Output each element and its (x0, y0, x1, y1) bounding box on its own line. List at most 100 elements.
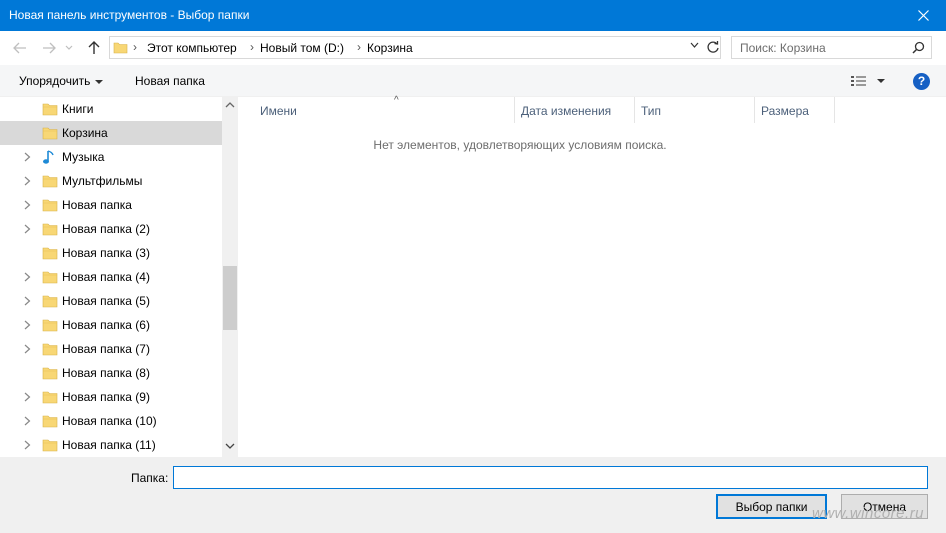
column-name-label: Имени (260, 104, 297, 118)
nav-item[interactable]: Новая папка (4) (0, 265, 222, 289)
scroll-up-icon (225, 102, 235, 108)
view-options-icon[interactable] (850, 74, 890, 88)
chevron-right-icon[interactable] (24, 296, 31, 306)
nav-item[interactable]: Новая папка (6) (0, 313, 222, 337)
refresh-icon (707, 41, 719, 53)
folder-label: Папка: (131, 471, 169, 485)
folder-icon (42, 367, 58, 380)
nav-item-label: Книги (62, 102, 94, 116)
empty-message: Нет элементов, удовлетворяющих условиям … (373, 138, 667, 152)
nav-scrollbar[interactable] (222, 97, 238, 457)
folder-icon (42, 343, 58, 356)
search-box[interactable]: Поиск: Корзина (731, 36, 932, 59)
title-bar: Новая панель инструментов - Выбор папки (0, 0, 946, 31)
nav-item[interactable]: Корзина (0, 121, 222, 145)
nav-item[interactable]: Новая папка (10) (0, 409, 222, 433)
breadcrumb-separator: › (357, 40, 361, 54)
forward-button[interactable] (40, 39, 58, 57)
nav-item-label: Новая папка (5) (62, 294, 150, 308)
nav-item-label: Мультфильмы (62, 174, 143, 188)
breadcrumb-recycle[interactable]: Корзина (367, 41, 413, 55)
organize-label: Упорядочить (19, 74, 91, 88)
recent-locations-button[interactable] (63, 39, 75, 57)
chevron-right-icon[interactable] (24, 272, 31, 282)
close-button[interactable] (900, 0, 946, 31)
breadcrumb-drive-d[interactable]: Новый том (D:) (260, 41, 344, 55)
nav-item[interactable]: Новая папка (7) (0, 337, 222, 361)
folder-icon (42, 199, 58, 212)
folder-icon (42, 223, 58, 236)
nav-item-label: Новая папка (7) (62, 342, 150, 356)
chevron-down-icon (65, 45, 73, 50)
chevron-right-icon[interactable] (24, 224, 31, 234)
chevron-right-icon[interactable] (24, 344, 31, 354)
nav-item[interactable]: Новая папка (9) (0, 385, 222, 409)
folder-icon (42, 247, 58, 260)
column-name[interactable]: Имени ^ (254, 95, 515, 123)
chevron-right-icon[interactable] (24, 176, 31, 186)
column-date-label: Дата изменения (521, 104, 612, 118)
chevron-right-icon[interactable] (24, 440, 31, 450)
nav-item-label: Музыка (62, 150, 105, 164)
folder-icon (42, 127, 58, 140)
file-list: Имени ^ Дата изменения Тип Размера Нет э… (240, 95, 946, 457)
folder-icon (42, 103, 58, 116)
sort-arrow-icon: ^ (394, 95, 399, 106)
select-folder-button[interactable]: Выбор папки (716, 494, 827, 519)
up-button[interactable] (85, 39, 103, 57)
column-type-label: Тип (641, 104, 662, 118)
nav-item-label: Новая папка (3) (62, 246, 150, 260)
folder-icon (42, 319, 58, 332)
nav-item[interactable]: Новая папка (0, 193, 222, 217)
address-row: › Этот компьютер › Новый том (D:) › Корз… (0, 31, 946, 65)
nav-item-label: Новая папка (62, 198, 132, 212)
nav-item-label: Новая папка (9) (62, 390, 150, 404)
organize-button[interactable]: Упорядочить (19, 74, 104, 88)
back-arrow-icon (13, 42, 26, 54)
forward-arrow-icon (43, 42, 56, 54)
nav-item-label: Новая папка (10) (62, 414, 157, 428)
chevron-right-icon[interactable] (24, 320, 31, 330)
address-bar[interactable]: › Этот компьютер › Новый том (D:) › Корз… (109, 36, 721, 59)
help-button[interactable]: ? (913, 73, 930, 90)
up-arrow-icon (88, 41, 100, 54)
nav-item[interactable]: Новая папка (3) (0, 241, 222, 265)
window-title: Новая панель инструментов - Выбор папки (9, 8, 250, 22)
breadcrumb-separator: › (250, 40, 254, 54)
column-type[interactable]: Тип (635, 97, 755, 123)
navigation-pane: Книги Корзина Музыка Мультфильмы Новая папка… (0, 97, 238, 457)
search-placeholder: Поиск: Корзина (740, 41, 826, 55)
nav-item[interactable]: Мультфильмы (0, 169, 222, 193)
new-folder-button[interactable]: Новая папка (135, 74, 205, 88)
column-size[interactable]: Размера (755, 97, 835, 123)
close-icon (917, 10, 929, 21)
column-size-label: Размера (761, 104, 809, 118)
folder-icon (42, 295, 58, 308)
scroll-down-icon (225, 443, 235, 449)
nav-item[interactable]: Новая папка (2) (0, 217, 222, 241)
nav-item-label: Новая папка (8) (62, 366, 150, 380)
scroll-thumb[interactable] (223, 266, 237, 330)
search-icon (912, 41, 925, 54)
breadcrumb-this-pc[interactable]: Этот компьютер (147, 41, 237, 55)
nav-item[interactable]: Книги (0, 97, 222, 121)
chevron-right-icon[interactable] (24, 416, 31, 426)
nav-item[interactable]: Новая папка (8) (0, 361, 222, 385)
folder-icon (42, 271, 58, 284)
nav-item-label: Новая папка (11) (62, 438, 156, 452)
folder-icon (113, 42, 128, 54)
chevron-right-icon[interactable] (24, 152, 31, 162)
folder-input[interactable] (173, 466, 928, 489)
nav-item[interactable]: Новая папка (5) (0, 289, 222, 313)
command-bar: Упорядочить Новая папка ? (0, 65, 946, 97)
column-date[interactable]: Дата изменения (515, 97, 635, 123)
music-note-icon (43, 150, 54, 164)
nav-item-label: Корзина (62, 126, 108, 140)
breadcrumb-separator: › (133, 40, 137, 54)
nav-item[interactable]: Новая папка (11) (0, 433, 222, 457)
chevron-right-icon[interactable] (24, 200, 31, 210)
nav-item[interactable]: Музыка (0, 145, 222, 169)
chevron-right-icon[interactable] (24, 392, 31, 402)
back-button[interactable] (11, 39, 29, 57)
folder-icon (42, 415, 58, 428)
